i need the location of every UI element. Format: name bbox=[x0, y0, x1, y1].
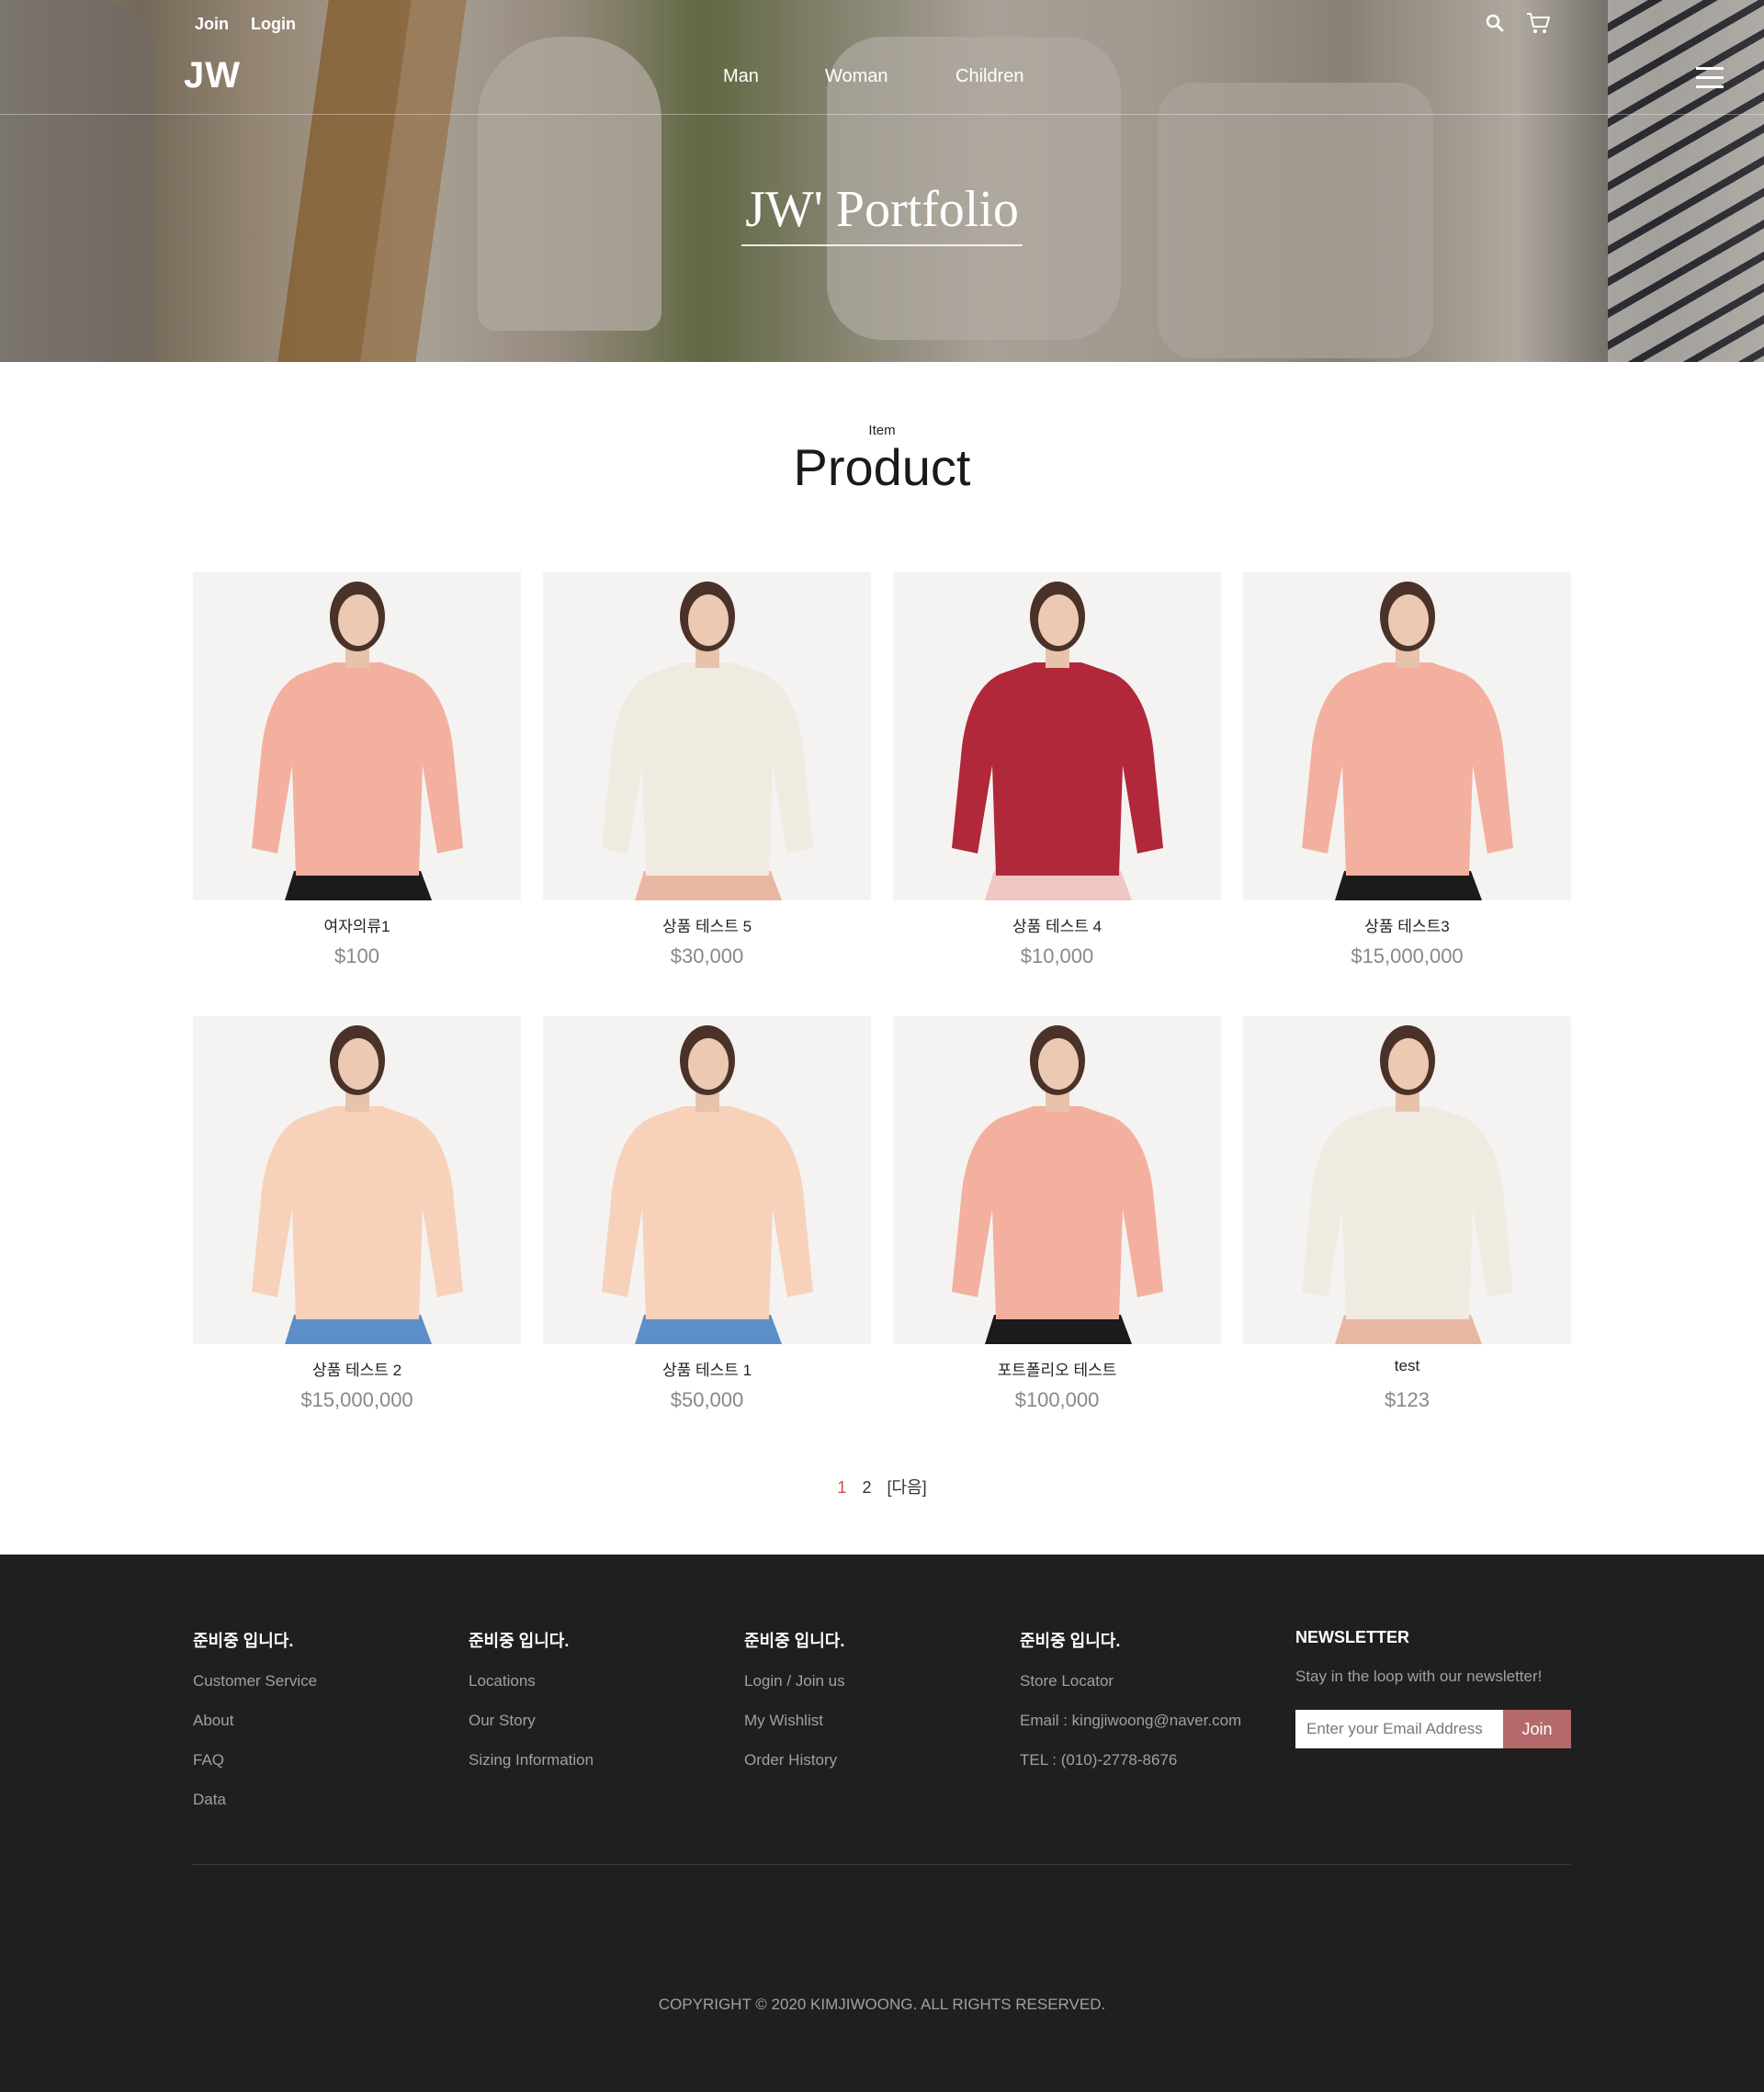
product-price: $123 bbox=[1385, 1388, 1430, 1411]
product-image[interactable] bbox=[193, 572, 521, 900]
newsletter-form: Join bbox=[1295, 1710, 1571, 1748]
footer-heading: 준비중 입니다. bbox=[1020, 1632, 1121, 1650]
product-card[interactable]: 상품 테스트 4 $10,000 bbox=[893, 572, 1221, 968]
product-image[interactable] bbox=[193, 1016, 521, 1344]
footer-link-store-locator[interactable]: Store Locator bbox=[1020, 1672, 1241, 1692]
footer-link-customer-service[interactable]: Customer Service bbox=[193, 1672, 317, 1692]
product-name[interactable]: 여자의류1 bbox=[193, 913, 521, 935]
footer-heading: 준비중 입니다. bbox=[193, 1632, 294, 1650]
footer-link-sizing[interactable]: Sizing Information bbox=[469, 1751, 594, 1771]
footer-column-4: 준비중 입니다. Store Locator Email : kingjiwoo… bbox=[1020, 1628, 1241, 1791]
page-link-2[interactable]: 2 bbox=[862, 1478, 871, 1497]
product-card[interactable]: 상품 테스트 5 $30,000 bbox=[543, 572, 871, 968]
footer-link-login-join[interactable]: Login / Join us bbox=[744, 1672, 845, 1692]
product-name[interactable]: 상품 테스트 4 bbox=[893, 913, 1221, 935]
product-name[interactable]: 상품 테스트 1 bbox=[543, 1357, 871, 1379]
product-price: $100,000 bbox=[1014, 1388, 1100, 1411]
product-card[interactable]: 상품 테스트 2 $15,000,000 bbox=[193, 1016, 521, 1412]
product-price: $15,000,000 bbox=[300, 1388, 413, 1411]
pagination: 1 2 [다음] bbox=[0, 1475, 1764, 1498]
product-name[interactable]: test bbox=[1243, 1357, 1571, 1377]
page-link-1[interactable]: 1 bbox=[837, 1478, 846, 1497]
product-name[interactable]: 상품 테스트3 bbox=[1243, 913, 1571, 935]
product-image[interactable] bbox=[543, 572, 871, 900]
product-price: $100 bbox=[334, 944, 379, 967]
footer-link-order-history[interactable]: Order History bbox=[744, 1751, 845, 1771]
cart-icon[interactable] bbox=[1525, 11, 1551, 40]
product-price: $15,000,000 bbox=[1351, 944, 1464, 967]
footer-newsletter: NEWSLETTER Stay in the loop with our new… bbox=[1295, 1628, 1542, 1707]
section-kicker: Item bbox=[868, 423, 896, 438]
footer-link-wishlist[interactable]: My Wishlist bbox=[744, 1712, 845, 1732]
product-price: $50,000 bbox=[670, 1388, 744, 1411]
join-link[interactable]: Join bbox=[195, 15, 229, 34]
product-name[interactable]: 상품 테스트 5 bbox=[543, 913, 871, 935]
product-image[interactable] bbox=[543, 1016, 871, 1344]
footer-column-3: 준비중 입니다. Login / Join us My Wishlist Ord… bbox=[744, 1628, 845, 1791]
product-name[interactable]: 상품 테스트 2 bbox=[193, 1357, 521, 1379]
header-divider bbox=[0, 114, 1764, 115]
product-card[interactable]: 포트폴리오 테스트 $100,000 bbox=[893, 1016, 1221, 1412]
product-card[interactable]: 상품 테스트3 $15,000,000 bbox=[1243, 572, 1571, 968]
footer-link-data[interactable]: Data bbox=[193, 1791, 317, 1811]
newsletter-email-input[interactable] bbox=[1295, 1710, 1503, 1748]
hero-title: JW' Portfolio bbox=[741, 180, 1023, 246]
search-icon[interactable] bbox=[1485, 13, 1505, 38]
product-price: $30,000 bbox=[670, 944, 744, 967]
login-link[interactable]: Login bbox=[251, 15, 296, 34]
footer-link-about[interactable]: About bbox=[193, 1712, 317, 1732]
product-image[interactable] bbox=[893, 1016, 1221, 1344]
footer-column-2: 준비중 입니다. Locations Our Story Sizing Info… bbox=[469, 1628, 594, 1791]
product-image[interactable] bbox=[893, 572, 1221, 900]
footer-email: Email : kingjiwoong@naver.com bbox=[1020, 1712, 1242, 1729]
product-card[interactable]: 상품 테스트 1 $50,000 bbox=[543, 1016, 871, 1412]
footer-phone: TEL : (010)-2778-8676 bbox=[1020, 1751, 1178, 1769]
nav-item-children[interactable]: Children bbox=[956, 66, 1023, 87]
footer-link-our-story[interactable]: Our Story bbox=[469, 1712, 594, 1732]
product-image[interactable] bbox=[1243, 1016, 1571, 1344]
footer-link-locations[interactable]: Locations bbox=[469, 1672, 594, 1692]
site-logo[interactable]: JW bbox=[184, 55, 241, 96]
newsletter-text: Stay in the loop with our newsletter! bbox=[1295, 1668, 1543, 1685]
product-card[interactable]: test $123 bbox=[1243, 1016, 1571, 1412]
product-image[interactable] bbox=[1243, 572, 1571, 900]
product-price: $10,000 bbox=[1020, 944, 1094, 967]
footer-column-1: 준비중 입니다. Customer Service About FAQ Data bbox=[193, 1628, 317, 1830]
footer-link-faq[interactable]: FAQ bbox=[193, 1751, 317, 1771]
nav-item-man[interactable]: Man bbox=[723, 66, 759, 87]
nav-item-woman[interactable]: Woman bbox=[825, 66, 888, 87]
product-name[interactable]: 포트폴리오 테스트 bbox=[893, 1357, 1221, 1379]
hero-title-wrap: JW' Portfolio bbox=[0, 180, 1764, 246]
copyright-text: COPYRIGHT © 2020 KIMJIWOONG. ALL RIGHTS … bbox=[658, 1996, 1106, 2013]
next-page-link[interactable]: [다음] bbox=[887, 1478, 926, 1497]
hamburger-menu-icon[interactable] bbox=[1696, 66, 1724, 95]
section-title: Product bbox=[793, 438, 971, 496]
newsletter-heading: NEWSLETTER bbox=[1295, 1628, 1409, 1646]
product-card[interactable]: 여자의류1 $100 bbox=[193, 572, 521, 968]
newsletter-join-button[interactable]: Join bbox=[1503, 1710, 1571, 1748]
footer-heading: 준비중 입니다. bbox=[744, 1632, 845, 1650]
footer-heading: 준비중 입니다. bbox=[469, 1632, 570, 1650]
footer-divider bbox=[193, 1864, 1571, 1865]
